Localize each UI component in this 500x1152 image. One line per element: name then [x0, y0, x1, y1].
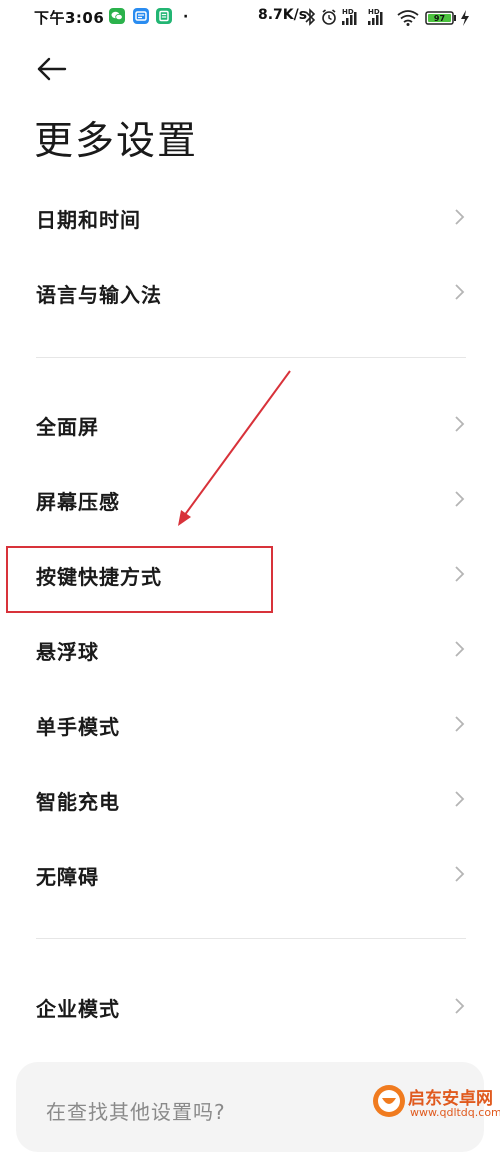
alarm-icon — [322, 9, 336, 25]
bluetooth-icon — [305, 8, 316, 26]
back-button[interactable] — [36, 52, 70, 86]
back-arrow-icon — [37, 57, 67, 81]
status-icons: HD HD 97 — [305, 8, 469, 26]
setting-label: 语言与输入法 — [36, 283, 162, 307]
watermark-logo-icon — [373, 1085, 405, 1117]
wechat-icon — [109, 8, 125, 24]
network-speed: 8.7K/s — [258, 7, 308, 23]
setting-floating-ball[interactable]: 悬浮球 — [0, 612, 500, 686]
chevron-right-icon — [455, 641, 465, 657]
chevron-right-icon — [455, 791, 465, 807]
svg-text:HD: HD — [342, 8, 354, 16]
chevron-right-icon — [455, 284, 465, 300]
chevron-right-icon — [455, 491, 465, 507]
setting-screen-pressure[interactable]: 屏幕压感 — [0, 462, 500, 536]
setting-enterprise-mode[interactable]: 企业模式 — [0, 969, 500, 1043]
setting-label: 全面屏 — [36, 415, 99, 439]
chevron-right-icon — [455, 416, 465, 432]
svg-text:97: 97 — [434, 14, 445, 23]
notes-app-icon — [156, 8, 172, 24]
page-title: 更多设置 — [34, 119, 199, 164]
section-divider — [36, 938, 466, 939]
setting-one-hand-mode[interactable]: 单手模式 — [0, 687, 500, 761]
setting-full-screen[interactable]: 全面屏 — [0, 387, 500, 461]
charging-icon — [461, 10, 469, 26]
watermark: 启东安卓网 www.qdltdq.com — [366, 1082, 500, 1124]
status-time: 下午3:06 — [34, 9, 105, 27]
search-suggestion-text: 在查找其他设置吗? — [46, 1100, 226, 1124]
setting-label: 悬浮球 — [36, 640, 99, 664]
section-divider — [36, 357, 466, 358]
signal-icon-sim2: HD — [368, 8, 383, 25]
highlight-box — [6, 546, 273, 613]
setting-language-input[interactable]: 语言与输入法 — [0, 255, 500, 329]
setting-label: 企业模式 — [36, 997, 120, 1021]
setting-label: 无障碍 — [36, 865, 99, 889]
battery-icon: 97 — [425, 11, 456, 25]
setting-label: 日期和时间 — [36, 208, 141, 232]
status-dot: · — [183, 9, 189, 25]
chevron-right-icon — [455, 866, 465, 882]
setting-label: 智能充电 — [36, 790, 120, 814]
signal-icon-sim1: HD — [342, 8, 357, 25]
chevron-right-icon — [455, 566, 465, 582]
wifi-icon — [397, 10, 419, 26]
chevron-right-icon — [455, 998, 465, 1014]
setting-date-time[interactable]: 日期和时间 — [0, 180, 500, 254]
setting-label: 单手模式 — [36, 715, 120, 739]
message-app-icon — [133, 8, 149, 24]
status-bar: 下午3:06 · 8.7K/s HD HD 97 — [0, 0, 500, 34]
chevron-right-icon — [455, 716, 465, 732]
watermark-url: www.qdltdq.com — [410, 1106, 500, 1119]
chevron-right-icon — [455, 209, 465, 225]
setting-smart-charging[interactable]: 智能充电 — [0, 762, 500, 836]
setting-label: 屏幕压感 — [36, 490, 120, 514]
setting-accessibility[interactable]: 无障碍 — [0, 837, 500, 911]
svg-text:HD: HD — [368, 8, 380, 16]
